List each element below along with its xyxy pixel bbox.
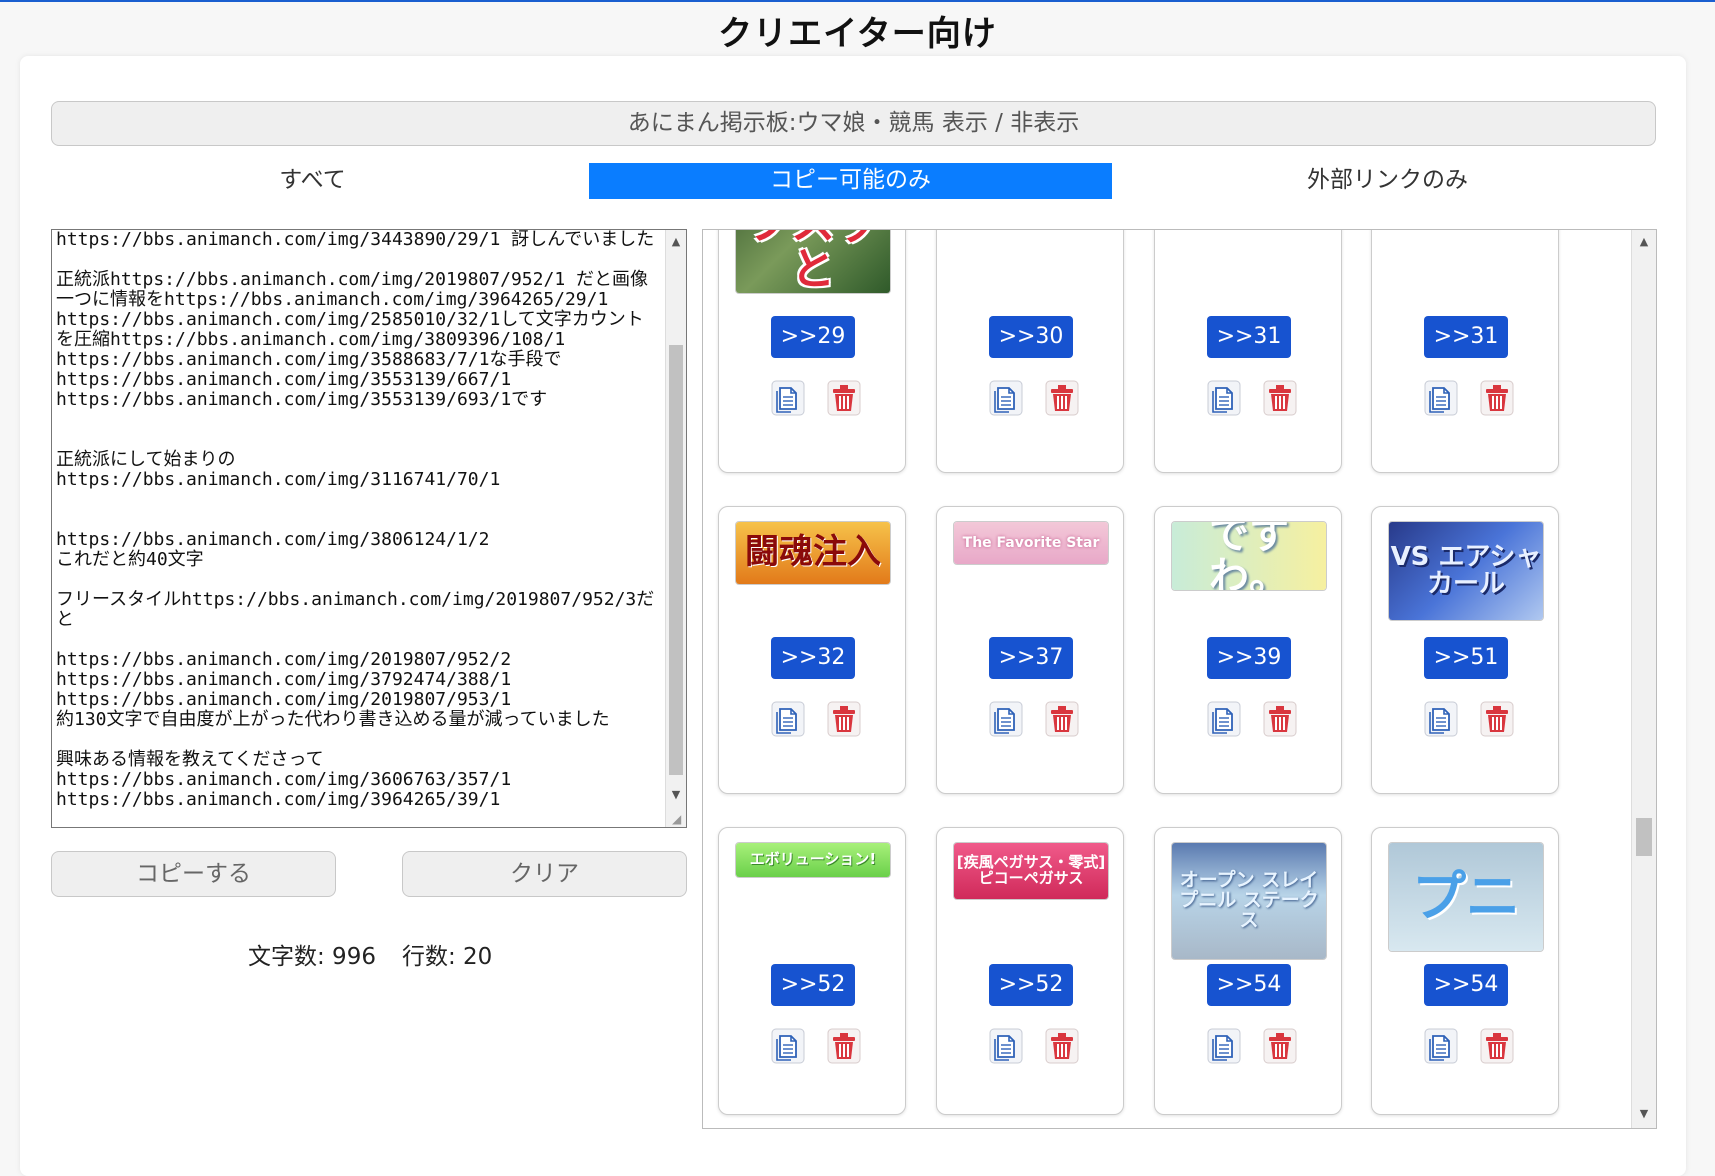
image-thumbnail[interactable]: オープン スレイプニル ステークス bbox=[1171, 842, 1327, 960]
copy-icon[interactable] bbox=[1207, 701, 1241, 737]
board-toggle-button[interactable]: あにまん掲示板:ウマ娘・競馬 表示 / 非表示 bbox=[51, 101, 1656, 146]
tab-all[interactable]: すべて bbox=[60, 163, 565, 199]
res-number-button[interactable]: >>37 bbox=[989, 637, 1073, 679]
thumbnail-text: 闘魂注入 bbox=[736, 522, 890, 584]
res-number-button[interactable]: >>52 bbox=[771, 964, 855, 1006]
res-number-button[interactable]: >>31 bbox=[1424, 316, 1508, 358]
image-card: エボリューション! >>52 bbox=[718, 827, 906, 1115]
thumbnail-text: ブスッと bbox=[736, 230, 890, 293]
trash-icon[interactable] bbox=[827, 701, 861, 737]
copy-icon[interactable] bbox=[1424, 701, 1458, 737]
scroll-down-icon[interactable]: ▼ bbox=[666, 785, 686, 805]
post-textarea-content[interactable]: https://bbs.animanch.com/img/3443890/29/… bbox=[56, 230, 656, 810]
thumbnail-text: ですわ。 bbox=[1172, 522, 1326, 590]
thumbnail-text: VS エアシャカール bbox=[1389, 522, 1543, 620]
image-gallery: ブスッと >>29 >>30 >>31 >>31 闘魂注入 >>32 The Favorite… bbox=[702, 229, 1657, 1129]
trash-icon[interactable] bbox=[1480, 701, 1514, 737]
image-thumbnail[interactable]: VS エアシャカール bbox=[1388, 521, 1544, 621]
top-accent-line bbox=[0, 0, 1715, 2]
copy-icon[interactable] bbox=[1207, 1028, 1241, 1064]
trash-icon[interactable] bbox=[827, 380, 861, 416]
copy-icon[interactable] bbox=[1424, 1028, 1458, 1064]
copy-button[interactable]: コピーする bbox=[51, 851, 336, 897]
image-card: VS エアシャカール >>51 bbox=[1371, 506, 1559, 794]
scroll-up-icon[interactable]: ▲ bbox=[666, 232, 686, 252]
trash-icon[interactable] bbox=[1045, 701, 1079, 737]
copy-icon[interactable] bbox=[989, 701, 1023, 737]
trash-icon[interactable] bbox=[1263, 701, 1297, 737]
gallery-scrollbar[interactable]: ▲ ▼ bbox=[1631, 230, 1656, 1128]
image-thumbnail[interactable]: The Favorite Star bbox=[953, 521, 1109, 565]
trash-icon[interactable] bbox=[1045, 380, 1079, 416]
thumbnail-text: エボリューション! bbox=[736, 843, 890, 877]
image-card: オープン スレイプニル ステークス >>54 bbox=[1154, 827, 1342, 1115]
clear-button[interactable]: クリア bbox=[402, 851, 687, 897]
image-thumbnail[interactable]: プニ bbox=[1388, 842, 1544, 952]
trash-icon[interactable] bbox=[1045, 1028, 1079, 1064]
copy-icon[interactable] bbox=[1424, 380, 1458, 416]
image-card: ブスッと >>29 bbox=[718, 230, 906, 473]
page-title: クリエイター向け bbox=[718, 14, 997, 54]
res-number-button[interactable]: >>31 bbox=[1207, 316, 1291, 358]
copy-icon[interactable] bbox=[989, 1028, 1023, 1064]
scroll-up-icon[interactable]: ▲ bbox=[1632, 232, 1656, 252]
res-number-button[interactable]: >>54 bbox=[1207, 964, 1291, 1006]
copy-icon[interactable] bbox=[1207, 380, 1241, 416]
trash-icon[interactable] bbox=[1480, 380, 1514, 416]
trash-icon[interactable] bbox=[1480, 1028, 1514, 1064]
scrollbar-thumb[interactable] bbox=[1636, 818, 1652, 856]
scrollbar-thumb[interactable] bbox=[669, 345, 683, 775]
image-card: >>30 bbox=[936, 230, 1124, 473]
image-card: The Favorite Star >>37 bbox=[936, 506, 1124, 794]
tab-external-links-only[interactable]: 外部リンクのみ bbox=[1130, 163, 1645, 199]
res-number-button[interactable]: >>51 bbox=[1424, 637, 1508, 679]
thumbnail-text: The Favorite Star bbox=[954, 522, 1108, 564]
text-stats: 文字数: 996 行数: 20 bbox=[248, 937, 518, 971]
image-thumbnail[interactable]: ですわ。 bbox=[1171, 521, 1327, 591]
res-number-button[interactable]: >>54 bbox=[1424, 964, 1508, 1006]
post-textarea[interactable]: https://bbs.animanch.com/img/3443890/29/… bbox=[51, 229, 687, 828]
image-card: >>31 bbox=[1371, 230, 1559, 473]
copy-icon[interactable] bbox=[771, 701, 805, 737]
res-number-button[interactable]: >>32 bbox=[771, 637, 855, 679]
line-count: 行数: 20 bbox=[401, 944, 493, 970]
trash-icon[interactable] bbox=[1263, 1028, 1297, 1064]
copy-icon[interactable] bbox=[989, 380, 1023, 416]
image-card: 闘魂注入 >>32 bbox=[718, 506, 906, 794]
image-thumbnail[interactable]: 闘魂注入 bbox=[735, 521, 891, 585]
res-number-button[interactable]: >>29 bbox=[771, 316, 855, 358]
thumbnail-text: [疾風ペガサス・零式] ピコーペガサス bbox=[954, 843, 1108, 899]
image-card: >>31 bbox=[1154, 229, 1342, 473]
image-card: プニ >>54 bbox=[1371, 827, 1559, 1115]
image-card: ですわ。 >>39 bbox=[1154, 506, 1342, 794]
res-number-button[interactable]: >>39 bbox=[1207, 637, 1291, 679]
scroll-down-icon[interactable]: ▼ bbox=[1632, 1104, 1656, 1124]
trash-icon[interactable] bbox=[1263, 380, 1297, 416]
image-thumbnail[interactable] bbox=[1171, 229, 1327, 230]
res-number-button[interactable]: >>30 bbox=[989, 316, 1073, 358]
tab-copyable-only[interactable]: コピー可能のみ bbox=[589, 163, 1112, 199]
image-thumbnail[interactable]: ブスッと bbox=[735, 230, 891, 294]
thumbnail-text: プニ bbox=[1389, 843, 1543, 951]
char-count: 文字数: 996 bbox=[248, 944, 376, 970]
image-thumbnail[interactable]: [疾風ペガサス・零式] ピコーペガサス bbox=[953, 842, 1109, 900]
thumbnail-text: オープン スレイプニル ステークス bbox=[1172, 843, 1326, 959]
resize-handle-icon[interactable]: ◢ bbox=[672, 813, 684, 825]
copy-icon[interactable] bbox=[771, 1028, 805, 1064]
textarea-scrollbar[interactable]: ▲ ▼ bbox=[665, 230, 686, 827]
trash-icon[interactable] bbox=[827, 1028, 861, 1064]
res-number-button[interactable]: >>52 bbox=[989, 964, 1073, 1006]
image-card: [疾風ペガサス・零式] ピコーペガサス >>52 bbox=[936, 827, 1124, 1115]
copy-icon[interactable] bbox=[771, 380, 805, 416]
image-thumbnail[interactable]: エボリューション! bbox=[735, 842, 891, 878]
